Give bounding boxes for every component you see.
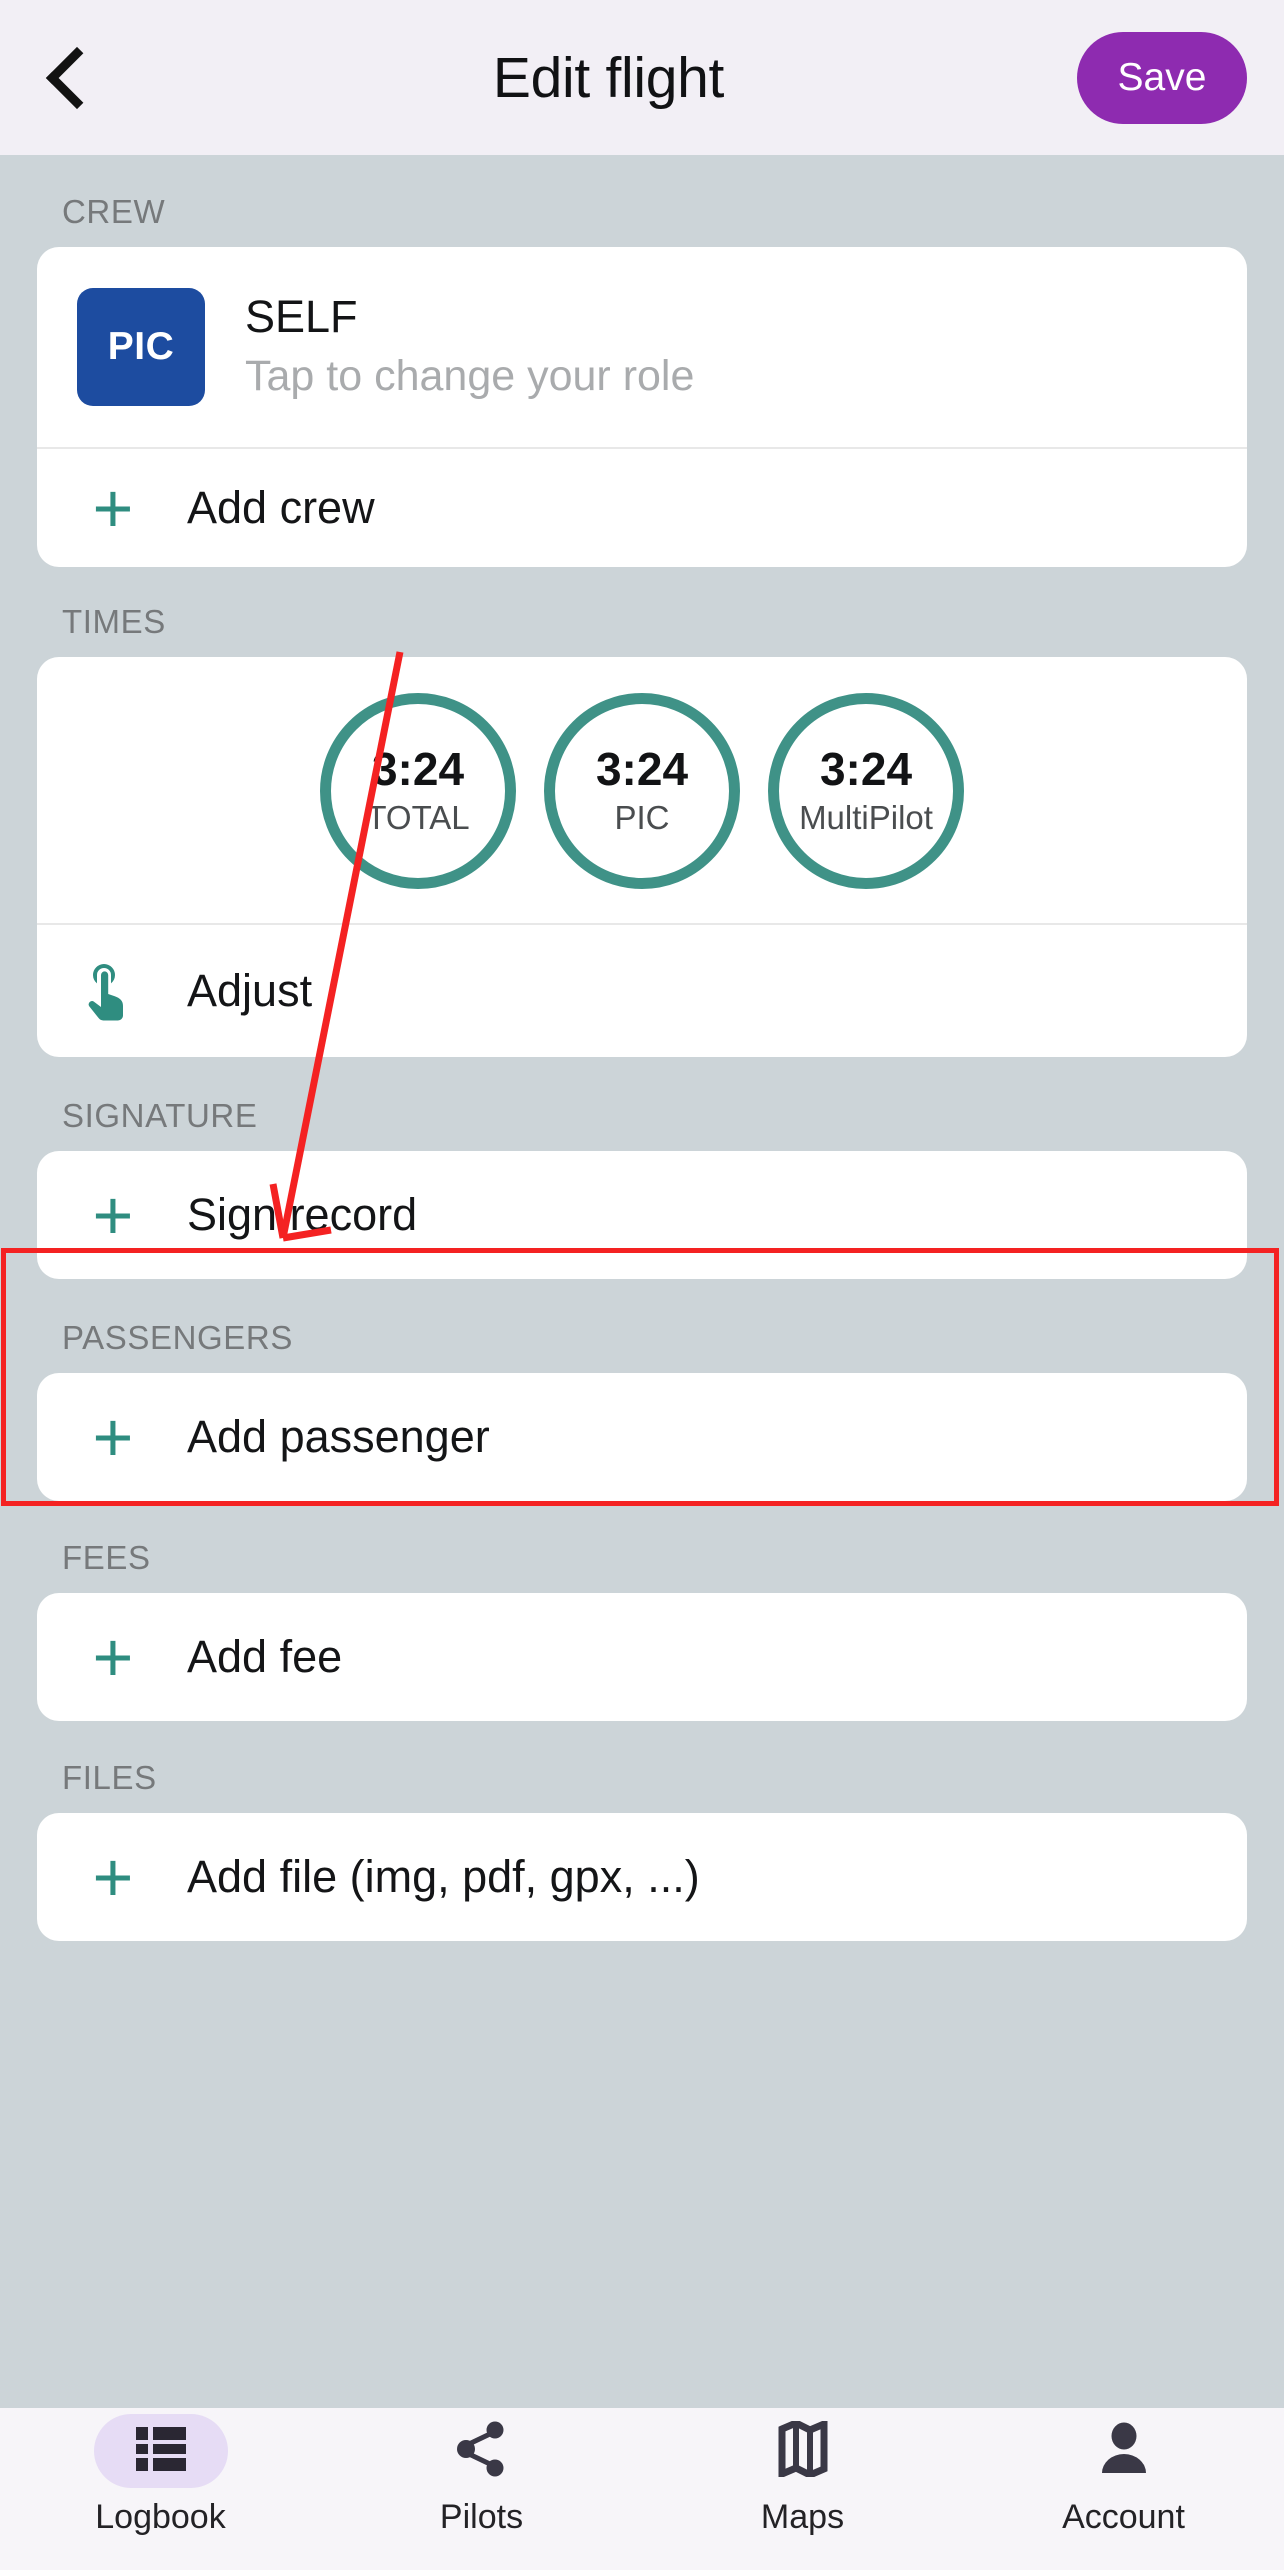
- back-button[interactable]: [0, 0, 140, 155]
- section-label-signature: SIGNATURE: [62, 1097, 258, 1134]
- plus-icon: +: [92, 468, 134, 547]
- tab-pilots[interactable]: Pilots: [321, 2414, 642, 2537]
- time-circle-multipilot[interactable]: 3:24 MultiPilot: [768, 693, 964, 889]
- files-card: + Add file (img, pdf, gpx, ...): [37, 1813, 1247, 1941]
- crew-self-row[interactable]: PIC SELF Tap to change your role: [37, 247, 1247, 447]
- tab-icon-pill: [1057, 2414, 1191, 2488]
- plus-icon: +: [92, 1837, 134, 1916]
- tab-label: Account: [1062, 2498, 1185, 2536]
- tab-label: Maps: [760, 2498, 845, 2536]
- signature-card: + Sign record: [37, 1151, 1247, 1279]
- add-file-row[interactable]: + Add file (img, pdf, gpx, ...): [37, 1813, 1247, 1941]
- crew-self-subtitle: Tap to change your role: [245, 352, 695, 401]
- tap-hand-icon: [77, 960, 149, 1022]
- share-icon: [455, 2421, 509, 2482]
- section-label-passengers: PASSENGERS: [62, 1319, 293, 1356]
- scroll-content[interactable]: CREW PIC SELF Tap to change your role + …: [0, 155, 1284, 2408]
- page-title: Edit flight: [492, 45, 725, 110]
- plus-icon: +: [92, 1175, 134, 1254]
- add-file-label: Add file (img, pdf, gpx, ...): [187, 1851, 700, 1902]
- add-passenger-label: Add passenger: [187, 1411, 490, 1462]
- crew-self-name: SELF: [245, 290, 358, 342]
- adjust-row[interactable]: Adjust: [37, 925, 1247, 1057]
- crew-card: PIC SELF Tap to change your role + Add c…: [37, 247, 1247, 567]
- sign-record-label: Sign record: [187, 1189, 418, 1240]
- time-circle-total[interactable]: 3:24 TOTAL: [320, 693, 516, 889]
- times-card: 3:24 TOTAL 3:24 PIC 3:24 MultiPilot Adju…: [37, 657, 1247, 1057]
- section-label-fees: FEES: [62, 1539, 151, 1576]
- adjust-label: Adjust: [187, 965, 313, 1016]
- tab-maps[interactable]: Maps: [642, 2414, 963, 2537]
- time-circle-pic[interactable]: 3:24 PIC: [544, 693, 740, 889]
- tab-icon-pill: [415, 2414, 549, 2488]
- time-label: PIC: [614, 799, 670, 837]
- section-label-crew: CREW: [62, 193, 166, 230]
- app-screen: Edit flight Save CREW PIC SELF Tap to ch…: [0, 0, 1284, 2570]
- add-crew-label: Add crew: [187, 482, 375, 533]
- bottom-tab-bar: Logbook Pilots Maps Account: [0, 2408, 1284, 2570]
- passengers-card: + Add passenger: [37, 1373, 1247, 1501]
- tab-label: Logbook: [95, 2498, 226, 2536]
- person-icon: [1098, 2422, 1150, 2481]
- sign-record-row[interactable]: + Sign record: [37, 1151, 1247, 1279]
- time-value: 3:24: [371, 742, 465, 795]
- list-icon: [134, 2423, 188, 2480]
- time-label: MultiPilot: [799, 799, 933, 837]
- app-header: Edit flight Save: [0, 0, 1284, 155]
- times-circles: 3:24 TOTAL 3:24 PIC 3:24 MultiPilot: [37, 657, 1247, 923]
- section-label-files: FILES: [62, 1759, 157, 1796]
- plus-icon: +: [92, 1617, 134, 1696]
- tab-account[interactable]: Account: [963, 2414, 1284, 2537]
- map-icon: [778, 2418, 828, 2482]
- add-crew-row[interactable]: + Add crew: [37, 449, 1247, 567]
- time-value: 3:24: [819, 742, 913, 795]
- time-label: TOTAL: [366, 799, 470, 837]
- tab-label: Pilots: [439, 2498, 524, 2536]
- save-button[interactable]: Save: [1077, 31, 1247, 124]
- add-passenger-row[interactable]: + Add passenger: [37, 1373, 1247, 1501]
- tab-logbook[interactable]: Logbook: [0, 2414, 321, 2537]
- tab-icon-pill: [736, 2414, 870, 2488]
- add-fee-label: Add fee: [187, 1631, 343, 1682]
- tab-icon-pill: [93, 2414, 228, 2488]
- plus-icon: +: [92, 1397, 134, 1476]
- role-badge-pic: PIC: [77, 288, 205, 406]
- add-fee-row[interactable]: + Add fee: [37, 1593, 1247, 1721]
- time-value: 3:24: [595, 742, 689, 795]
- section-label-times: TIMES: [62, 603, 166, 640]
- fees-card: + Add fee: [37, 1593, 1247, 1721]
- chevron-left-icon: [45, 46, 109, 109]
